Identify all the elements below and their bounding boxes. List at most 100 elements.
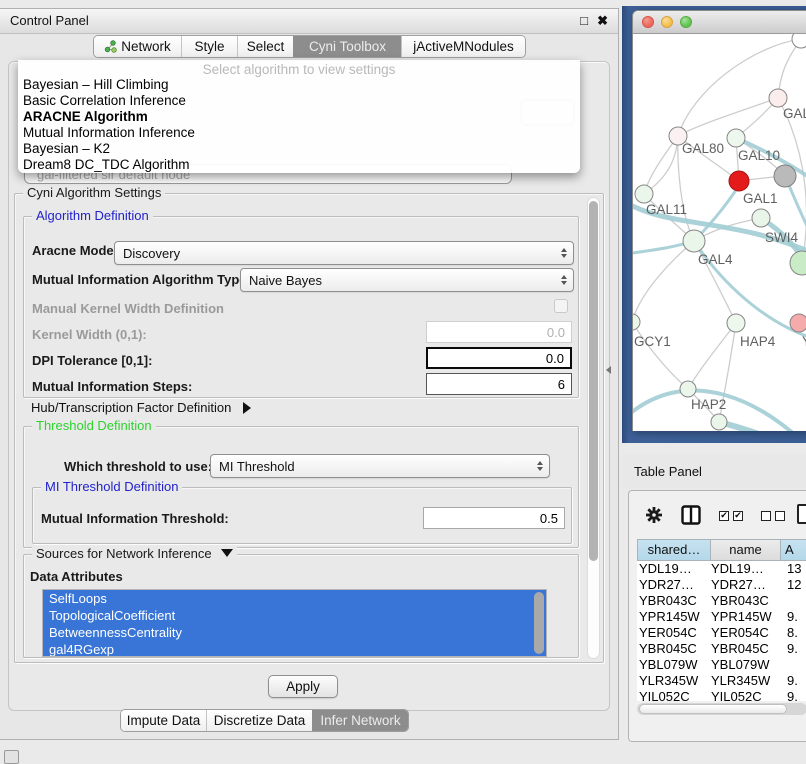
network-window-titlebar[interactable]: [633, 11, 806, 34]
spinner-icon: [537, 461, 543, 471]
cell-name: YIL052C: [711, 689, 781, 701]
cell-name: YPR145W: [711, 609, 781, 625]
node-hap4[interactable]: [727, 314, 745, 332]
node-salmon[interactable]: [790, 314, 806, 332]
node-label-hap2: HAP2: [691, 397, 726, 412]
tab-impute-data[interactable]: Impute Data: [121, 710, 206, 731]
table-horizontal-scrollbar[interactable]: [637, 703, 806, 715]
deselect-all-checkboxes-icon[interactable]: [761, 511, 785, 521]
node-swi4[interactable]: [752, 209, 770, 227]
table-row[interactable]: YBR043C YBR043C: [637, 593, 806, 609]
node-hap2[interactable]: [680, 381, 696, 397]
tab-infer-network[interactable]: Infer Network: [312, 710, 408, 731]
mi-algorithm-type-select[interactable]: Naive Bayes: [240, 268, 574, 292]
node-partial-bottom[interactable]: [711, 414, 727, 430]
node-partial-top[interactable]: [792, 34, 806, 48]
control-panel-title: Control Panel: [10, 9, 89, 33]
table-panel-body: ✔ ✔ shared… name A YDL19… YDL19… 13 YDR2…: [628, 490, 806, 742]
table-row[interactable]: YBR045C YBR045C 9.: [637, 641, 806, 657]
minimize-traffic-light[interactable]: [661, 16, 673, 28]
cell-value: [781, 593, 806, 609]
table-row[interactable]: YLR345W YLR345W 9.: [637, 673, 806, 689]
cell-value: 8.: [781, 625, 806, 641]
node-gal10[interactable]: [727, 129, 745, 147]
network-canvas[interactable]: GAL GAL80 GAL10 GAL1 GAL11 SWI4 GAL4 GCY…: [633, 34, 806, 431]
algorithm-definition-title: Algorithm Definition: [32, 208, 153, 223]
collapse-arrow-icon[interactable]: [221, 549, 233, 557]
algorithm-option-bayesian-hill-climbing[interactable]: Bayesian – Hill Climbing: [18, 77, 580, 93]
node-gal1-selected[interactable]: [729, 171, 749, 191]
node-gray[interactable]: [774, 165, 796, 187]
panel-splitter-arrow-icon[interactable]: [606, 366, 611, 374]
table-horizontal-scrollbar-thumb[interactable]: [639, 704, 787, 714]
dpi-tolerance-input[interactable]: 0.0: [426, 347, 572, 369]
node-label-gal10: GAL10: [738, 148, 780, 163]
table-row[interactable]: YPR145W YPR145W 9.: [637, 609, 806, 625]
zoom-traffic-light[interactable]: [680, 16, 692, 28]
table-settings-gear-icon[interactable]: [645, 506, 663, 529]
mi-steps-input[interactable]: 6: [426, 373, 572, 395]
tab-discretize-data[interactable]: Discretize Data: [206, 710, 312, 731]
node-gal-partial[interactable]: [769, 89, 787, 107]
manual-kernel-width-checkbox[interactable]: [554, 299, 568, 313]
algorithm-option-bayesian-k2[interactable]: Bayesian – K2: [18, 141, 580, 157]
kernel-width-value: 0.0: [547, 325, 565, 340]
unchecked-box-icon: [775, 511, 785, 521]
list-item-betweennesscentrality[interactable]: BetweennessCentrality: [43, 624, 546, 641]
algorithm-option-dream8[interactable]: Dream8 DC_TDC Algorithm: [18, 157, 580, 173]
aracne-mode-value: Discovery: [123, 246, 180, 261]
aracne-mode-select[interactable]: Discovery: [114, 241, 574, 265]
node-label-gal80: GAL80: [682, 141, 724, 156]
algorithm-option-aracne[interactable]: ARACNE Algorithm: [18, 109, 580, 125]
tab-jactivemnodules[interactable]: jActiveMNodules: [401, 36, 525, 57]
cell-value: 13: [781, 561, 806, 577]
tab-network-label: Network: [121, 36, 171, 57]
data-attributes-list: SelfLoops TopologicalCoefficient Between…: [42, 589, 547, 657]
algorithm-option-mutual-information[interactable]: Mutual Information Inference: [18, 125, 580, 141]
node-gal11[interactable]: [635, 185, 653, 203]
settings-scrollbar[interactable]: [587, 197, 600, 659]
select-all-checkboxes-icon[interactable]: ✔ ✔: [719, 511, 743, 521]
algorithm-option-basic-correlation[interactable]: Basic Correlation Inference: [18, 93, 580, 109]
cell-shared-name: YBL079W: [637, 657, 711, 673]
close-icon[interactable]: ✖: [597, 9, 608, 33]
hub-transcription-section-toggle[interactable]: Hub/Transcription Factor Definition: [31, 400, 251, 415]
control-panel-tabs: Network Style Select Cyni Toolbox jActiv…: [93, 35, 526, 58]
table-row[interactable]: YIL052C YIL052C 9.: [637, 689, 806, 701]
node-gcy1[interactable]: [633, 314, 640, 330]
apply-button[interactable]: Apply: [268, 675, 338, 698]
settings-scrollbar-thumb[interactable]: [589, 201, 598, 561]
tab-network[interactable]: Network: [94, 36, 181, 57]
expand-arrow-icon[interactable]: [243, 402, 251, 414]
list-item-selfloops[interactable]: SelfLoops: [43, 590, 546, 607]
cell-shared-name: YBR045C: [637, 641, 711, 657]
float-window-icon[interactable]: □: [580, 9, 588, 33]
column-header-shared-name[interactable]: shared…: [637, 539, 711, 561]
table-row[interactable]: YER054C YER054C 8.: [637, 625, 806, 641]
table-row[interactable]: YDL19… YDL19… 13: [637, 561, 806, 577]
mi-threshold-input[interactable]: 0.5: [423, 507, 565, 529]
column-header-name[interactable]: name: [711, 539, 781, 561]
kernel-width-input[interactable]: 0.0: [426, 321, 572, 343]
dpi-tolerance-value: 0.0: [546, 351, 564, 366]
columns-icon[interactable]: [681, 505, 701, 530]
dpi-tolerance-label: DPI Tolerance [0,1]:: [32, 353, 152, 369]
node-gal4[interactable]: [683, 230, 705, 252]
table-row[interactable]: YDR27… YDR27… 12: [637, 577, 806, 593]
spinner-icon: [561, 248, 567, 258]
attributes-scrollbar-thumb[interactable]: [534, 592, 544, 654]
tab-select-label: Select: [247, 36, 285, 57]
tab-cyni-toolbox[interactable]: Cyni Toolbox: [293, 36, 401, 57]
network-view-panel: GAL GAL80 GAL10 GAL1 GAL11 SWI4 GAL4 GCY…: [622, 6, 806, 443]
list-item-gal4rgexp[interactable]: gal4RGexp: [43, 641, 546, 657]
column-header-partial[interactable]: A: [781, 539, 806, 561]
document-icon[interactable]: [797, 504, 806, 524]
tab-select[interactable]: Select: [237, 36, 293, 57]
table-row[interactable]: YBL079W YBL079W: [637, 657, 806, 673]
node-big-green[interactable]: [790, 251, 806, 275]
network-icon: [104, 40, 117, 53]
close-traffic-light[interactable]: [642, 16, 654, 28]
which-threshold-select[interactable]: MI Threshold: [210, 454, 550, 478]
list-item-topologicalcoefficient[interactable]: TopologicalCoefficient: [43, 607, 546, 624]
tab-style[interactable]: Style: [181, 36, 237, 57]
